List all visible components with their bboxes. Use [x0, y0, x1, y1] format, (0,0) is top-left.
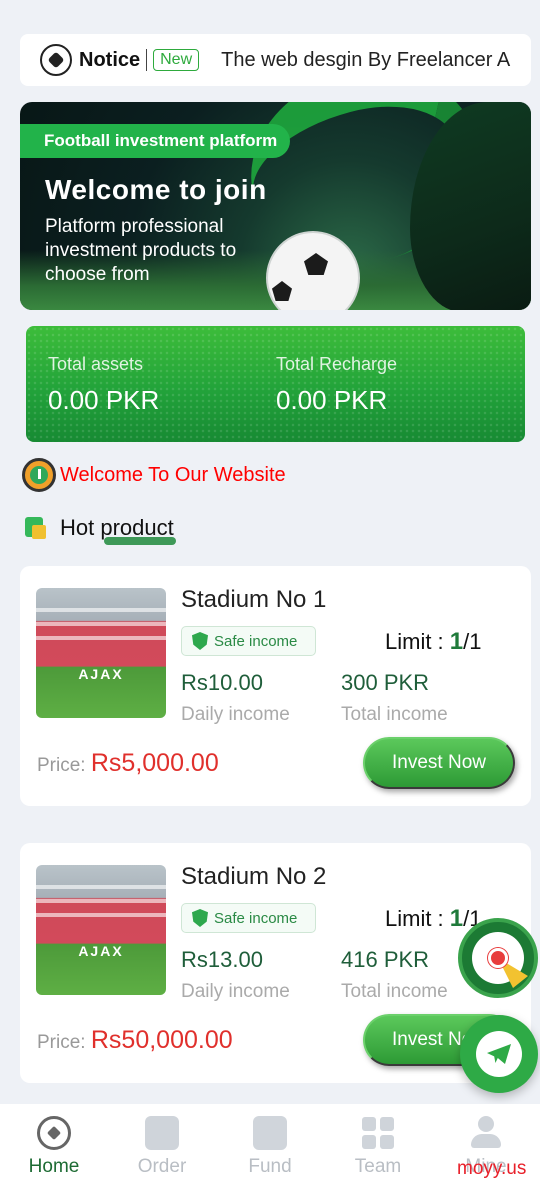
total-income: 300 PKR Total income: [341, 670, 448, 726]
telegram-icon-bg: [476, 1031, 522, 1077]
tab-team[interactable]: Team: [324, 1104, 432, 1184]
daily-income-label: Daily income: [181, 704, 290, 725]
stadium-image: AJAX: [36, 588, 166, 718]
price: Price: Rs50,000.00: [37, 1026, 233, 1055]
alarm-clock-icon: [22, 458, 56, 492]
banner-headline: Welcome to join: [45, 174, 267, 205]
shield-icon: [192, 632, 208, 650]
tab-fund[interactable]: Fund: [216, 1104, 324, 1184]
limit: Limit : 1/1: [385, 628, 482, 656]
banner-tag: Football investment platform: [20, 124, 290, 158]
daily-income: Rs10.00 Daily income: [181, 670, 290, 726]
safe-income-badge: Safe income: [181, 903, 316, 933]
limit-label: Limit :: [385, 629, 450, 654]
banner-subtitle: Platform professional investment product…: [45, 216, 237, 285]
hero-banner[interactable]: Football investment platform Welcome to …: [20, 102, 531, 310]
football-icon: [40, 44, 72, 76]
daily-income: Rs13.00 Daily income: [181, 947, 290, 1003]
section-title: Hot product: [60, 515, 176, 545]
daily-income-label: Daily income: [181, 981, 290, 1002]
list-icon: [145, 1116, 179, 1150]
user-icon: [469, 1116, 503, 1150]
limit: Limit : 1/1: [385, 905, 482, 933]
grid-icon: [361, 1116, 395, 1150]
limit-total: /1: [463, 629, 482, 654]
total-income-label: Total income: [341, 981, 448, 1002]
limit-label: Limit :: [385, 906, 450, 931]
product-card: AJAX Stadium No 2 Safe income Limit : 1/…: [20, 843, 531, 1083]
price: Price: Rs5,000.00: [37, 749, 219, 778]
total-income: 416 PKR Total income: [341, 947, 448, 1003]
price-label: Price:: [37, 755, 91, 776]
wheel-center: [488, 948, 508, 968]
total-assets-value: 0.00 PKR: [48, 385, 160, 415]
total-income-value: 300 PKR: [341, 670, 430, 695]
notice-marquee-text: The web desgin By Freelancer A: [221, 48, 511, 71]
tab-home[interactable]: Home: [0, 1104, 108, 1184]
notice-title: Notice: [79, 48, 141, 71]
welcome-line: Welcome To Our Website: [22, 458, 286, 492]
total-recharge: Total Recharge 0.00 PKR: [276, 354, 397, 416]
limit-used: 1: [449, 628, 464, 655]
price-value: Rs5,000.00: [90, 749, 219, 777]
daily-income-value: Rs10.00: [181, 670, 263, 695]
stadium-image-text: AJAX: [78, 666, 124, 682]
divider: [146, 49, 148, 71]
total-assets: Total assets 0.00 PKR: [48, 354, 159, 416]
price-value: Rs50,000.00: [90, 1026, 233, 1054]
assets-card: Total assets 0.00 PKR Total Recharge 0.0…: [26, 326, 525, 442]
tab-order[interactable]: Order: [108, 1104, 216, 1184]
limit-used: 1: [449, 905, 464, 932]
new-badge: New: [153, 49, 200, 71]
total-income-value: 416 PKR: [341, 947, 430, 972]
telegram-button[interactable]: [460, 1015, 538, 1093]
football-icon: [37, 1116, 71, 1150]
price-label: Price:: [37, 1032, 91, 1053]
tab-label: Home: [28, 1156, 80, 1177]
shield-icon: [192, 909, 208, 927]
section-heading: Hot product: [22, 515, 176, 545]
lucky-wheel-button[interactable]: [458, 918, 538, 998]
product-icon: [22, 515, 48, 541]
total-recharge-value: 0.00 PKR: [276, 385, 388, 415]
stadium-image: AJAX: [36, 865, 166, 995]
stadium-image-text: AJAX: [78, 943, 124, 959]
tab-label: Fund: [248, 1156, 292, 1177]
safe-income-label: Safe income: [214, 909, 298, 927]
telegram-icon: [487, 1044, 511, 1064]
notice-bar[interactable]: Notice New The web desgin By Freelancer …: [20, 34, 531, 86]
tab-label: Order: [137, 1156, 187, 1177]
chart-icon: [253, 1116, 287, 1150]
invest-now-button[interactable]: Invest Now: [363, 737, 515, 789]
total-recharge-label: Total Recharge: [276, 354, 398, 374]
safe-income-badge: Safe income: [181, 626, 316, 656]
product-name: Stadium No 1: [181, 586, 327, 613]
total-income-label: Total income: [341, 704, 448, 725]
safe-income-label: Safe income: [214, 632, 298, 650]
daily-income-value: Rs13.00: [181, 947, 263, 972]
product-name: Stadium No 2: [181, 863, 327, 890]
total-assets-label: Total assets: [48, 354, 144, 374]
watermark: moyy.us: [457, 1158, 527, 1179]
tab-label: Team: [354, 1156, 402, 1177]
welcome-text: Welcome To Our Website: [60, 463, 286, 486]
product-card: AJAX Stadium No 1 Safe income Limit : 1/…: [20, 566, 531, 806]
